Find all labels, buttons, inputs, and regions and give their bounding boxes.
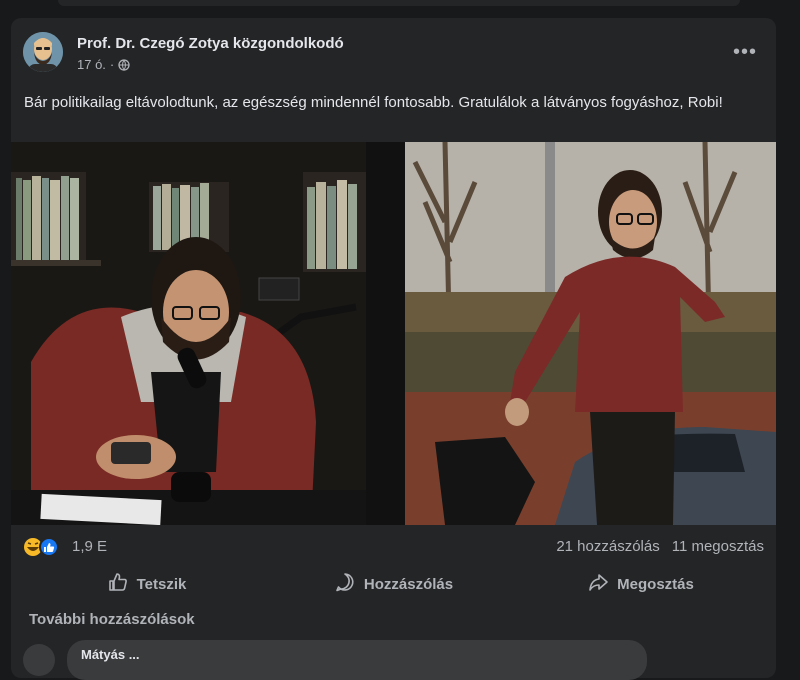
- share-count[interactable]: 11 megosztás: [672, 538, 764, 555]
- share-label: Megosztás: [617, 575, 694, 593]
- reactions-bar: 1,9 E 21 hozzászólás 11 megosztás: [23, 536, 764, 560]
- post-time[interactable]: 17 ó.: [77, 57, 106, 72]
- photo-gap: [366, 142, 405, 525]
- comment-preview: Mátyás ...: [23, 640, 764, 680]
- thumbs-up-icon: [107, 571, 129, 597]
- photo-right[interactable]: [405, 142, 776, 525]
- reaction-icons[interactable]: [23, 537, 67, 557]
- commenter-avatar[interactable]: [23, 644, 55, 676]
- reaction-count[interactable]: 1,9 E: [72, 538, 107, 555]
- globe-icon[interactable]: [118, 58, 130, 71]
- meta-separator: ·: [109, 57, 115, 72]
- author-name[interactable]: Prof. Dr. Czegó Zotya közgondolkodó: [77, 35, 344, 52]
- comment-button[interactable]: Hozzászólás: [270, 566, 517, 602]
- post-card: Prof. Dr. Czegó Zotya közgondolkodó 17 ó…: [11, 18, 776, 680]
- like-icon: [39, 537, 59, 557]
- previous-card-edge: [0, 0, 800, 8]
- post-text: Bár politikailag eltávolodtunk, az egész…: [24, 94, 723, 111]
- author-avatar[interactable]: [23, 32, 63, 72]
- post-meta: 17 ó. ·: [77, 57, 130, 72]
- like-button[interactable]: Tetszik: [23, 566, 270, 602]
- like-label: Tetszik: [136, 575, 187, 593]
- comment-bubble: Mátyás ...: [67, 640, 647, 680]
- more-comments-link[interactable]: További hozzászólások: [29, 611, 195, 628]
- photo-collage: [11, 142, 776, 525]
- photo-left[interactable]: [11, 142, 366, 525]
- speech-bubble-icon: [334, 571, 356, 597]
- share-arrow-icon: [587, 571, 609, 597]
- action-bar: Tetszik Hozzászólás Megosztás: [23, 566, 764, 602]
- comment-count[interactable]: 21 hozzászólás: [556, 538, 659, 555]
- commenter-name[interactable]: Mátyás ...: [81, 647, 140, 662]
- comment-label: Hozzászólás: [363, 575, 454, 593]
- share-button[interactable]: Megosztás: [517, 566, 764, 602]
- more-options-icon[interactable]: •••: [727, 34, 763, 70]
- post-stats: 21 hozzászólás 11 megosztás: [556, 538, 764, 555]
- post-header: Prof. Dr. Czegó Zotya közgondolkodó 17 ó…: [23, 32, 763, 76]
